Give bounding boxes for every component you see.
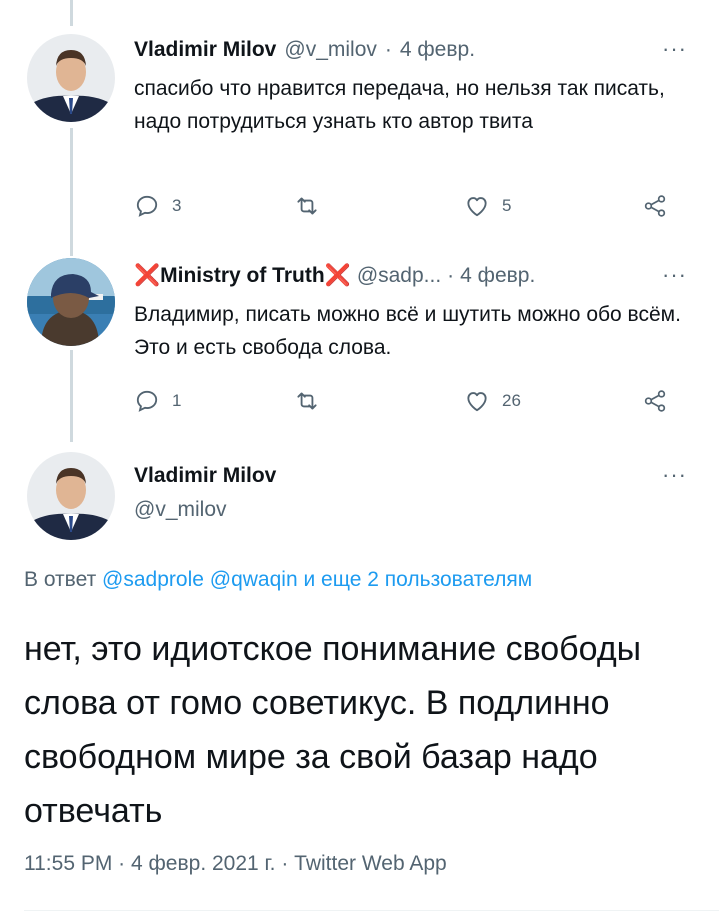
- retweet-button[interactable]: [294, 388, 464, 414]
- tweet-date[interactable]: 4 февр.: [460, 264, 535, 288]
- reply-count: 1: [172, 391, 182, 410]
- author-handle[interactable]: @v_milov: [134, 498, 227, 522]
- avatar[interactable]: [27, 258, 115, 346]
- reply-user-link[interactable]: @qwaqin: [210, 568, 298, 591]
- thread-line-1: [70, 128, 73, 256]
- tweet-time[interactable]: 11:55 PM: [24, 852, 112, 875]
- reply-count: 3: [172, 196, 182, 215]
- tweet-source[interactable]: Twitter Web App: [294, 852, 447, 875]
- reply-button[interactable]: 3: [134, 193, 294, 219]
- tweet-full-date[interactable]: 4 февр. 2021 г.: [131, 852, 275, 875]
- heart-icon: [467, 392, 487, 412]
- reply-context: В ответ @sadprole @qwaqin и еще 2 пользо…: [24, 568, 532, 592]
- share-button[interactable]: [642, 193, 668, 219]
- tweet2-header: ❌Ministry of Truth❌ @sadp... · 4 февр.: [134, 264, 535, 288]
- author-handle[interactable]: @sadp...: [357, 264, 441, 288]
- like-button[interactable]: 26: [464, 388, 642, 414]
- main-author: Vladimir Milov: [134, 464, 276, 488]
- more-options-icon[interactable]: ···: [662, 462, 687, 488]
- retweet-icon: [297, 197, 317, 215]
- share-button[interactable]: [642, 388, 668, 414]
- main-tweet-text: нет, это идиотское понимание свободы сло…: [24, 630, 642, 830]
- tweet-text: спасибо что нравится передача, но нельзя…: [134, 77, 665, 133]
- thread-line-2: [70, 350, 73, 442]
- avatar[interactable]: [27, 452, 115, 540]
- tweet-actions: 3 5: [134, 193, 668, 219]
- cross-mark-icon: ❌: [324, 264, 351, 287]
- share-icon: [644, 390, 666, 412]
- reply-icon: [136, 195, 158, 217]
- reply-user-link[interactable]: @sadprole: [102, 568, 204, 591]
- reply-others-link[interactable]: и еще 2 пользователям: [303, 568, 532, 591]
- author-name-text: Ministry of Truth: [160, 264, 325, 287]
- reply-icon: [136, 390, 158, 412]
- reply-button[interactable]: 1: [134, 388, 294, 414]
- separator-dot: ·: [118, 852, 126, 875]
- tweet-actions: 1 26: [134, 388, 668, 414]
- more-options-icon[interactable]: ···: [662, 262, 687, 288]
- cross-mark-icon: ❌: [134, 264, 161, 287]
- author-handle[interactable]: @v_milov: [284, 38, 377, 62]
- avatar[interactable]: [27, 34, 115, 122]
- tweet-date[interactable]: 4 февр.: [400, 38, 475, 62]
- main-handle-row: @v_milov: [134, 498, 227, 522]
- like-count: 26: [502, 391, 521, 410]
- reply-prefix: В ответ: [24, 568, 97, 591]
- like-button[interactable]: 5: [464, 193, 642, 219]
- heart-icon: [467, 197, 487, 217]
- divider: [24, 910, 719, 911]
- separator-dot: ·: [384, 38, 392, 61]
- tweet-meta: 11:55 PM · 4 февр. 2021 г. · Twitter Web…: [24, 852, 447, 876]
- separator-dot: ·: [447, 264, 455, 287]
- tweet-text: Владимир, писать можно всё и шутить можн…: [134, 303, 681, 359]
- retweet-icon: [297, 392, 317, 410]
- retweet-button[interactable]: [294, 193, 464, 219]
- separator-dot: ·: [281, 852, 289, 875]
- author-name[interactable]: Vladimir Milov: [134, 464, 276, 488]
- share-icon: [644, 195, 666, 217]
- like-count: 5: [502, 196, 512, 215]
- thread-line-top: [70, 0, 73, 26]
- tweet1-header: Vladimir Milov @v_milov · 4 февр.: [134, 38, 475, 62]
- author-name[interactable]: Vladimir Milov: [134, 38, 276, 62]
- author-name[interactable]: ❌Ministry of Truth❌: [134, 264, 351, 288]
- more-options-icon[interactable]: ···: [662, 36, 687, 62]
